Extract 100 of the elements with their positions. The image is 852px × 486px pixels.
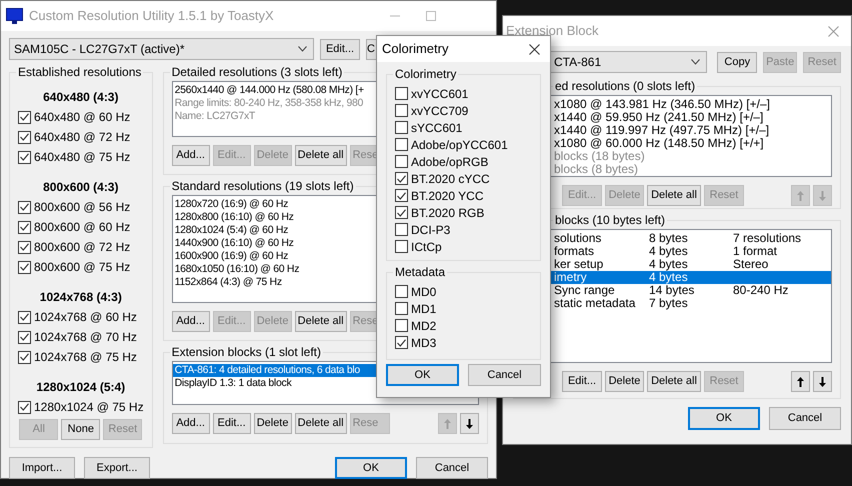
button[interactable]: Edit... — [212, 413, 251, 434]
block-name: static metadata — [553, 297, 636, 310]
checkbox[interactable] — [18, 330, 31, 344]
group-title: Colorimetry — [394, 66, 458, 83]
checkbox-label: Adobe/opRGB — [411, 154, 488, 170]
dialog-title: Colorimetry — [382, 40, 448, 58]
move-up-button[interactable] — [791, 371, 810, 392]
checkbox-label: xvYCC601 — [411, 86, 468, 102]
move-down-button[interactable] — [460, 413, 479, 434]
button[interactable]: Cancel — [769, 407, 841, 430]
check-icon — [397, 338, 406, 346]
button[interactable]: Edit... — [562, 371, 602, 392]
down-arrow-icon — [819, 376, 826, 386]
block-size: 4 bytes — [649, 258, 689, 271]
checkbox[interactable] — [395, 104, 408, 117]
block-name: imetry — [553, 271, 587, 284]
window-title: Extension Block — [506, 22, 598, 40]
block-name: solutions — [553, 232, 602, 245]
checkbox[interactable] — [395, 138, 408, 151]
chevron-down-icon — [298, 46, 307, 52]
checkbox-label: MD1 — [411, 300, 436, 318]
group-title: blocks (10 bytes left) — [554, 212, 666, 229]
checkbox[interactable] — [395, 319, 408, 332]
button[interactable]: Add... — [172, 413, 210, 434]
checkbox[interactable] — [395, 172, 408, 185]
button[interactable]: Delete all — [647, 371, 701, 392]
checkbox[interactable] — [18, 110, 31, 124]
check-icon — [20, 203, 29, 211]
button[interactable]: Delete — [254, 413, 292, 434]
check-icon — [20, 153, 29, 161]
button[interactable]: Export... — [84, 457, 150, 479]
group-title: Standard resolutions (19 slots left) — [170, 178, 355, 195]
checkbox[interactable] — [395, 87, 408, 100]
button[interactable]: Import... — [9, 457, 75, 479]
checkbox-label: Adobe/opYCC601 — [411, 136, 508, 154]
move-down-button[interactable] — [813, 371, 832, 392]
check-icon — [20, 353, 29, 361]
checkbox[interactable] — [18, 350, 31, 364]
block-size: 4 bytes — [649, 245, 689, 258]
check-icon — [20, 133, 29, 141]
dropdown[interactable]: SAM105C - LC27G7xT (active)* — [9, 38, 314, 60]
button[interactable]: Copy — [717, 52, 758, 72]
checkbox[interactable] — [395, 336, 408, 349]
checkbox[interactable] — [18, 260, 31, 274]
down-arrow-icon — [819, 190, 826, 200]
button[interactable]: Add... — [172, 311, 210, 332]
checkbox-label: 640x480 @ 60 Hz — [34, 109, 130, 126]
block-name: Sync range — [553, 284, 616, 297]
checkbox[interactable] — [395, 240, 408, 253]
check-icon — [20, 113, 29, 121]
button[interactable]: Delete all — [294, 413, 347, 434]
chevron-down-icon — [691, 59, 700, 65]
checkbox[interactable] — [18, 310, 31, 324]
button[interactable]: Add... — [172, 145, 210, 166]
button[interactable]: OK — [386, 364, 460, 386]
check-icon — [20, 223, 29, 231]
checkbox[interactable] — [18, 240, 31, 254]
checkbox-label: 640x480 @ 75 Hz — [34, 149, 130, 166]
block-name: ker setup — [553, 258, 604, 271]
block-info: 7 resolutions — [733, 232, 802, 245]
button[interactable]: Cancel — [416, 457, 488, 479]
button[interactable]: Delete all — [294, 145, 347, 166]
block-name: formats — [553, 245, 596, 258]
checkbox[interactable] — [395, 302, 408, 315]
block-info: 80-240 Hz — [733, 284, 788, 297]
checkbox-label: 1024x768 @ 70 Hz — [34, 329, 137, 346]
checkbox[interactable] — [18, 400, 31, 414]
block-size: 14 bytes — [649, 284, 696, 297]
button[interactable]: Edit... — [320, 38, 360, 60]
group-heading: 800x600 (4:3) — [42, 179, 120, 196]
block-size: 8 bytes — [649, 232, 689, 245]
checkbox[interactable] — [18, 150, 31, 164]
checkbox[interactable] — [395, 189, 408, 202]
group-heading: 1024x768 (4:3) — [38, 289, 123, 306]
checkbox-label: 800x600 @ 60 Hz — [34, 219, 130, 236]
checkbox[interactable] — [18, 130, 31, 144]
checkbox[interactable] — [395, 285, 408, 298]
checkbox-label: 800x600 @ 72 Hz — [34, 239, 130, 256]
checkbox[interactable] — [18, 200, 31, 214]
checkbox-label: 800x600 @ 56 Hz — [34, 199, 130, 216]
button[interactable]: None — [61, 419, 100, 440]
checkbox[interactable] — [395, 121, 408, 134]
button[interactable]: Delete all — [294, 311, 347, 332]
group-title: Detailed resolutions (3 slots left) — [170, 64, 344, 81]
checkbox[interactable] — [395, 155, 408, 168]
button[interactable]: Cancel — [468, 364, 541, 386]
button[interactable]: Delete all — [647, 185, 701, 206]
checkbox[interactable] — [395, 223, 408, 236]
button[interactable]: Delete — [605, 371, 644, 392]
button[interactable]: OK — [335, 457, 407, 479]
button[interactable]: OK — [688, 407, 760, 430]
group-title: Extension blocks (1 slot left) — [170, 344, 322, 361]
checkbox[interactable] — [18, 220, 31, 234]
close-icon[interactable] — [529, 44, 540, 54]
checkbox-label: BT.2020 YCC — [411, 188, 484, 204]
checkbox-label: BT.2020 cYCC — [411, 170, 490, 188]
checkbox-label: MD0 — [411, 284, 436, 300]
checkbox-label: DCI-P3 — [411, 222, 450, 238]
window-title: Custom Resolution Utility 1.5.1 by ToastyX — [29, 7, 274, 26]
checkbox[interactable] — [395, 206, 408, 219]
